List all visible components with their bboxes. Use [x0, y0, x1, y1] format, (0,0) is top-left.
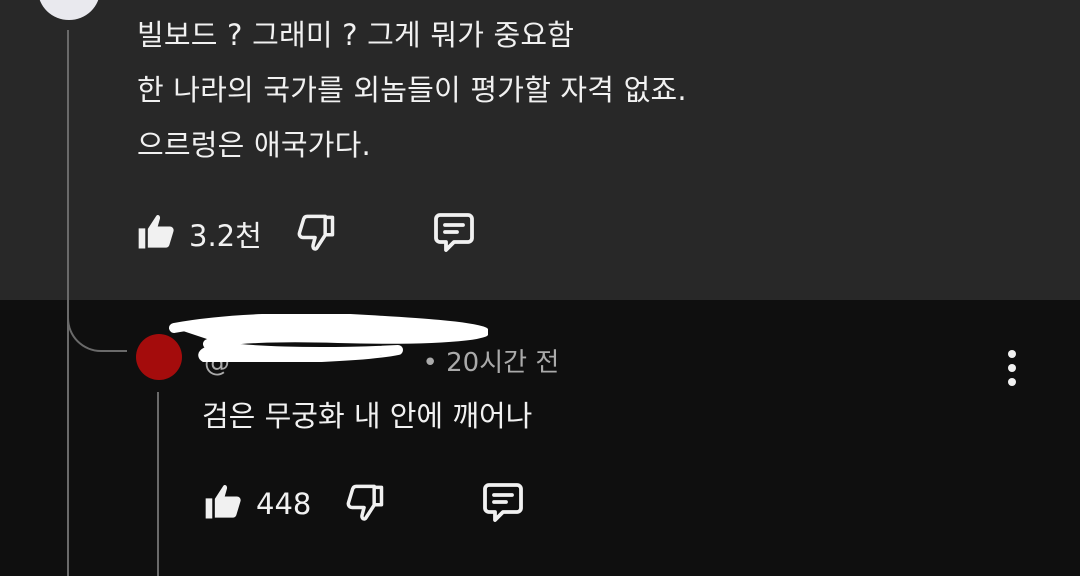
reply-actions: 448	[202, 478, 527, 530]
reply-button[interactable]	[430, 208, 478, 260]
redaction-scribble	[169, 314, 488, 362]
like-count: 3.2천	[189, 219, 262, 253]
comment-text-line: 한 나라의 국가를 외놈들이 평가할 자격 없죠.	[137, 73, 687, 107]
like-button[interactable]	[202, 480, 246, 528]
parent-comment: 빌보드 ? 그래미 ? 그게 뭐가 중요함 한 나라의 국가를 외놈들이 평가할…	[0, 0, 1080, 300]
comment-actions: 3.2천	[135, 208, 478, 260]
thumbs-up-icon	[205, 485, 241, 519]
comment-text-line: 으르렁은 애국가다.	[137, 128, 371, 162]
like-count: 448	[256, 487, 312, 521]
avatar[interactable]	[38, 0, 100, 20]
thumbs-down-icon	[297, 214, 335, 251]
reply-text: 검은 무궁화 내 안에 깨어나	[202, 399, 533, 433]
reply-button[interactable]	[479, 478, 527, 530]
dislike-button[interactable]	[294, 210, 338, 258]
thread-line	[157, 392, 159, 576]
comment-text-line: 빌보드 ? 그래미 ? 그게 뭐가 중요함	[137, 18, 575, 52]
more-options-button[interactable]	[1000, 0, 1028, 6]
like-button[interactable]	[135, 210, 179, 258]
dislike-button[interactable]	[343, 480, 387, 528]
comment-icon	[483, 483, 524, 522]
thumbs-down-icon	[346, 484, 384, 521]
comment-icon	[433, 213, 474, 252]
more-options-button[interactable]	[1000, 348, 1024, 388]
thumbs-up-icon	[138, 215, 174, 249]
